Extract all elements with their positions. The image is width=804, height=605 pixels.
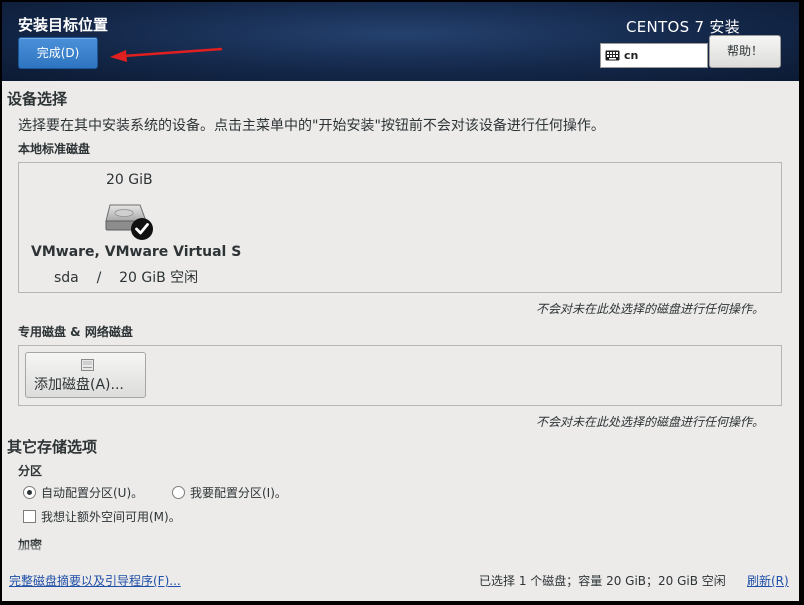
annotation-arrow-icon (110, 47, 223, 62)
disk-free-space: 20 GiB 空闲 (119, 270, 199, 286)
extra-space-label: 我想让额外空间可用(M)。 (41, 510, 181, 524)
local-disks-heading: 本地标准磁盘 (18, 142, 91, 156)
keyboard-layout-label: cn (624, 49, 639, 62)
network-disks-note: 不会对未在此处选择的磁盘进行任何操作。 (536, 415, 765, 429)
partitioning-heading: 分区 (18, 464, 43, 478)
manual-partition-radio[interactable]: 我要配置分区(I)。 (172, 484, 287, 501)
disk-separator: / (96, 270, 102, 286)
installer-window: 安装目标位置 完成(D) CENTOS 7 安装 cn 帮助！ 设备选择 选择要… (2, 2, 799, 601)
network-disks-heading: 专用磁盘 & 网络磁盘 (18, 325, 133, 339)
done-button[interactable]: 完成(D) (18, 37, 98, 69)
add-disk-button[interactable]: 添加磁盘(A)... (25, 352, 146, 398)
disk-device: sda (54, 270, 79, 286)
keyboard-layout-indicator[interactable]: cn (600, 43, 708, 68)
disk-meta: sda / 20 GiB 空闲 (54, 267, 198, 287)
hard-disk-selected-icon (105, 204, 153, 240)
auto-partition-label: 自动配置分区(U)。 (41, 486, 144, 500)
radio-selected-icon (23, 486, 36, 499)
header-bar: 安装目标位置 完成(D) CENTOS 7 安装 cn 帮助！ (2, 2, 799, 81)
auto-partition-radio[interactable]: 自动配置分区(U)。 (23, 484, 143, 501)
disk-summary-link[interactable]: 完整磁盘摘要以及引导程序(F)... (9, 572, 181, 589)
checkbox-unchecked-icon (23, 510, 36, 523)
manual-partition-label: 我要配置分区(I)。 (190, 486, 287, 500)
local-disks-note: 不会对未在此处选择的磁盘进行任何操作。 (536, 302, 765, 316)
disk-add-icon (81, 359, 94, 371)
refresh-link[interactable]: 刷新(R) (747, 572, 789, 589)
scroll-fade (2, 542, 799, 556)
keyboard-icon (605, 50, 620, 61)
selection-status: 已选择 1 个磁盘；容量 20 GiB；20 GiB 空闲 (479, 574, 726, 588)
disk-size: 20 GiB (106, 172, 153, 188)
radio-unselected-icon (172, 486, 185, 499)
add-disk-label: 添加磁盘(A)... (34, 377, 124, 393)
product-name: CENTOS 7 安装 (625, 18, 740, 36)
extra-space-checkbox[interactable]: 我想让额外空间可用(M)。 (23, 508, 181, 525)
other-storage-heading: 其它存储选项 (7, 438, 98, 456)
device-selection-heading: 设备选择 (7, 90, 68, 108)
disk-name: VMware, VMware Virtual S (31, 244, 242, 260)
page-title: 安装目标位置 (18, 16, 109, 34)
device-selection-description: 选择要在其中安装系统的设备。点击主菜单中的"开始安装"按钮前不会对该设备进行任何… (18, 118, 605, 134)
help-button[interactable]: 帮助！ (709, 35, 781, 68)
